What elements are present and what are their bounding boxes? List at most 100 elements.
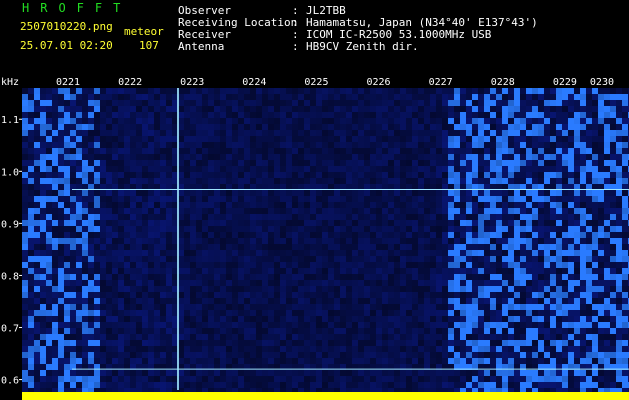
noise-cell (316, 382, 322, 388)
noise-cell (400, 346, 406, 352)
noise-cell (40, 184, 46, 190)
noise-cell (328, 190, 334, 196)
noise-cell (244, 214, 250, 220)
noise-cell (556, 106, 562, 112)
noise-cell (436, 382, 442, 388)
noise-cell (352, 226, 358, 232)
noise-cell (220, 148, 226, 154)
noise-cell (382, 268, 388, 274)
noise-cell (130, 220, 136, 226)
noise-cell (40, 196, 46, 202)
noise-cell (88, 214, 94, 220)
noise-cell (256, 310, 262, 316)
noise-cell (376, 292, 382, 298)
noise-cell (592, 118, 598, 124)
noise-cell (34, 346, 40, 352)
noise-cell (316, 340, 322, 346)
noise-cell (214, 268, 220, 274)
noise-cell (478, 220, 484, 226)
noise-cell (340, 160, 346, 166)
noise-cell (592, 214, 598, 220)
noise-cell (316, 106, 322, 112)
noise-cell (508, 100, 514, 106)
file-name: 2507010220.png (20, 20, 113, 33)
noise-cell (340, 124, 346, 130)
noise-cell (388, 160, 394, 166)
noise-cell (526, 262, 532, 268)
noise-cell (76, 304, 82, 310)
noise-cell (316, 274, 322, 280)
noise-cell (352, 304, 358, 310)
noise-cell (28, 364, 34, 370)
noise-cell (244, 202, 250, 208)
noise-cell (412, 298, 418, 304)
noise-cell (340, 346, 346, 352)
noise-cell (364, 148, 370, 154)
noise-cell (532, 238, 538, 244)
noise-cell (220, 178, 226, 184)
noise-cell (112, 130, 118, 136)
noise-cell (358, 286, 364, 292)
noise-cell (316, 250, 322, 256)
noise-cell (70, 202, 76, 208)
noise-cell (352, 244, 358, 250)
noise-cell (76, 208, 82, 214)
noise-cell (274, 124, 280, 130)
noise-cell (550, 268, 556, 274)
noise-cell (148, 256, 154, 262)
noise-cell (64, 214, 70, 220)
noise-cell (370, 88, 376, 94)
noise-cell (304, 358, 310, 364)
noise-cell (124, 274, 130, 280)
noise-cell (502, 142, 508, 148)
noise-cell (46, 94, 52, 100)
noise-cell (376, 124, 382, 130)
noise-cell (76, 124, 82, 130)
noise-cell (196, 214, 202, 220)
noise-cell (586, 130, 592, 136)
noise-cell (292, 148, 298, 154)
noise-cell (454, 346, 460, 352)
noise-cell (130, 112, 136, 118)
noise-cell (64, 262, 70, 268)
noise-cell (460, 262, 466, 268)
noise-cell (358, 304, 364, 310)
noise-cell (472, 208, 478, 214)
noise-cell (514, 286, 520, 292)
noise-cell (238, 304, 244, 310)
noise-cell (544, 334, 550, 340)
noise-cell (502, 310, 508, 316)
noise-cell (364, 256, 370, 262)
noise-cell (442, 124, 448, 130)
noise-cell (82, 292, 88, 298)
noise-cell (574, 376, 580, 382)
noise-cell (40, 358, 46, 364)
noise-cell (274, 376, 280, 382)
noise-cell (364, 154, 370, 160)
noise-cell (406, 106, 412, 112)
noise-cell (472, 358, 478, 364)
noise-cell (292, 370, 298, 376)
noise-cell (250, 130, 256, 136)
noise-cell (406, 214, 412, 220)
noise-cell (166, 328, 172, 334)
noise-cell (196, 244, 202, 250)
noise-cell (130, 370, 136, 376)
noise-cell (538, 190, 544, 196)
noise-cell (370, 376, 376, 382)
noise-cell (502, 268, 508, 274)
noise-cell (586, 88, 592, 94)
noise-cell (514, 304, 520, 310)
noise-cell (28, 160, 34, 166)
noise-cell (352, 316, 358, 322)
noise-cell (64, 250, 70, 256)
noise-cell (286, 142, 292, 148)
noise-cell (244, 310, 250, 316)
noise-cell (262, 214, 268, 220)
noise-cell (352, 214, 358, 220)
noise-cell (190, 226, 196, 232)
noise-cell (292, 346, 298, 352)
noise-cell (286, 298, 292, 304)
noise-cell (580, 106, 586, 112)
noise-cell (154, 250, 160, 256)
